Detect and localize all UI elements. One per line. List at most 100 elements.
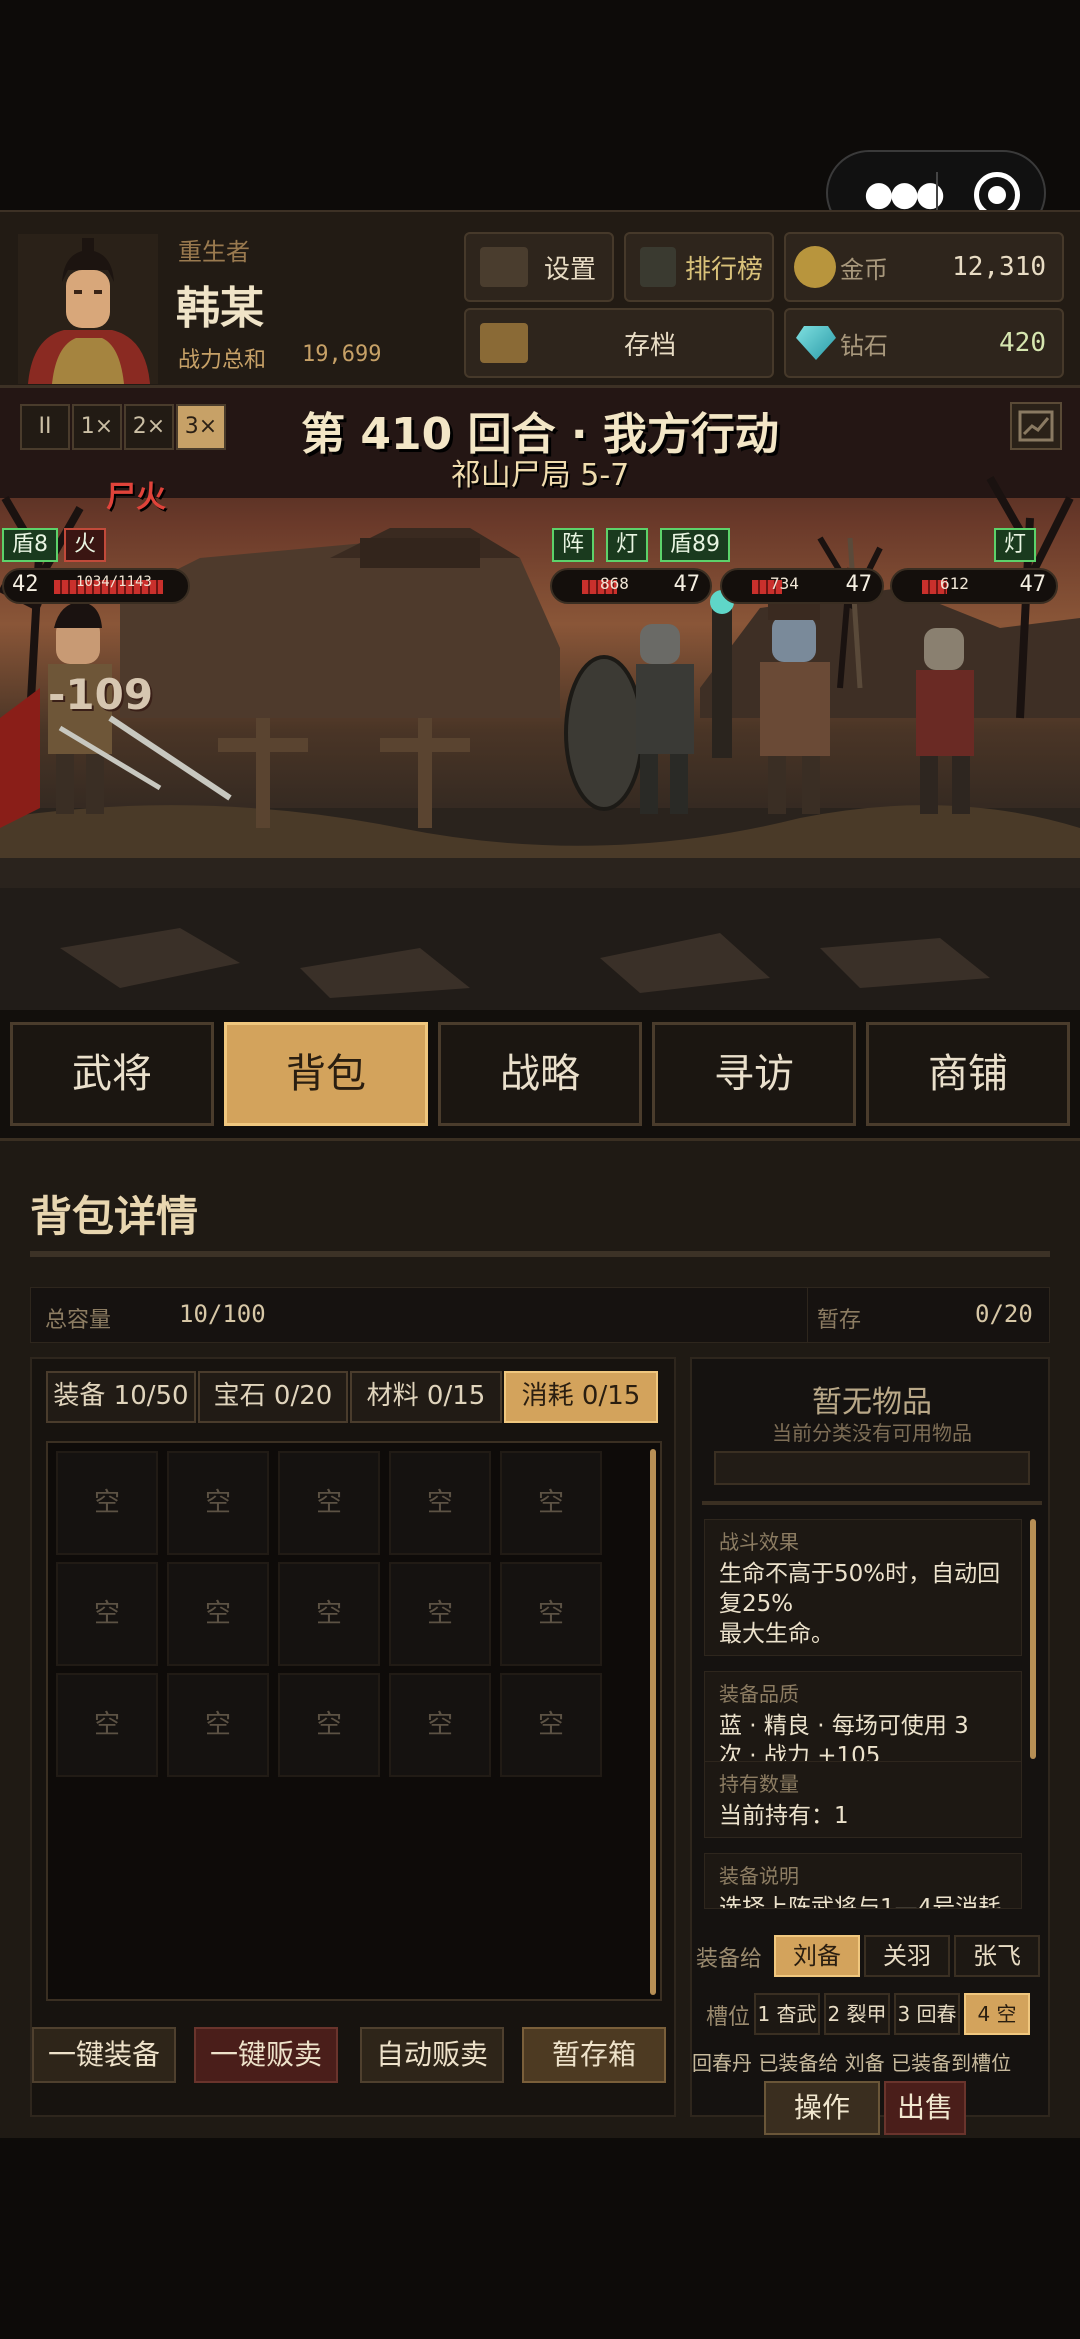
battle-scene: II 1× 2× 3× 第 410 回合 · 我方行动 祁山尸局 5-7 尸火 … <box>0 388 1080 1010</box>
battle-effect-line-3: 最大生命。 <box>719 1621 834 1647</box>
status-effect-label: 尸火 <box>106 480 166 515</box>
inventory-slot[interactable]: 空 <box>56 1562 158 1666</box>
more-icon[interactable]: ●●● <box>864 176 945 212</box>
player-buff-tag: 盾8 <box>2 528 58 562</box>
tab-shop[interactable]: 商铺 <box>866 1022 1070 1126</box>
player-title: 重生者 <box>178 238 250 266</box>
subtab-gems[interactable]: 宝石 0/20 <box>198 1371 348 1423</box>
enemy3-level: 47 <box>1019 572 1047 597</box>
empty-subtitle: 当前分类没有可用物品 <box>772 1421 972 1445</box>
settings-button[interactable]: 设置 <box>464 232 614 302</box>
power-label: 战力总和 <box>178 348 267 373</box>
temp-storage-label: 暂存 <box>817 1308 862 1333</box>
ranking-icon <box>640 247 676 287</box>
main-tab-bar: 武将 背包 战略 寻访 商铺 <box>0 1010 1080 1138</box>
slot-1[interactable]: 1 杳武 <box>754 1993 820 2035</box>
bag-panel: 背包详情 总容量 10/100 暂存 0/20 装备 10/50 宝石 0/20… <box>0 1138 1080 2138</box>
player-header: 重生者 韩某 战力总和 19,699 设置 排行榜 存档 金币 12,310 钻… <box>0 210 1080 388</box>
operate-button[interactable]: 操作 <box>764 2081 880 2135</box>
inventory-slot[interactable]: 空 <box>56 1673 158 1777</box>
sell-button[interactable]: 出售 <box>884 2081 966 2135</box>
empty-title: 暂无物品 <box>812 1385 932 1420</box>
subtab-equipment[interactable]: 装备 10/50 <box>46 1371 196 1423</box>
inventory-slot[interactable]: 空 <box>56 1451 158 1555</box>
slot-3[interactable]: 3 回春 <box>894 1993 960 2035</box>
diamond-display: 钻石 420 <box>784 308 1064 378</box>
enemy1-hp-text: 868 <box>600 574 629 593</box>
inventory-slot[interactable]: 空 <box>278 1451 380 1555</box>
battle-effect-line-1: 生命不高于50%时，自动回 <box>719 1561 1001 1587</box>
ranking-label: 排行榜 <box>684 254 763 285</box>
slot-label: 槽位 <box>706 2005 751 2030</box>
temp-storage-value: 0/20 <box>975 1300 1033 1328</box>
tab-strategy[interactable]: 战略 <box>438 1022 642 1126</box>
chest-icon <box>480 323 528 363</box>
inventory-slot[interactable]: 空 <box>500 1562 602 1666</box>
inventory-slot[interactable]: 空 <box>278 1562 380 1666</box>
inventory-box: 装备 10/50 宝石 0/20 材料 0/15 消耗 0/15 空空空空空空空… <box>30 1357 676 2117</box>
gold-display: 金币 12,310 <box>784 232 1064 302</box>
stats-chart-button[interactable] <box>1010 402 1062 450</box>
description-line: 选择上阵武将与1—4号消耗 <box>719 1895 1002 1909</box>
tab-recruit[interactable]: 寻访 <box>652 1022 856 1126</box>
stage-name: 祁山尸局 5-7 <box>450 458 630 493</box>
tab-generals[interactable]: 武将 <box>10 1022 214 1126</box>
inventory-slot[interactable]: 空 <box>278 1673 380 1777</box>
slot-2[interactable]: 2 裂甲 <box>824 1993 890 2035</box>
settings-label: 设置 <box>543 254 596 285</box>
speed-2x-button[interactable]: 2× <box>124 404 174 450</box>
hero-option-liubei[interactable]: 刘备 <box>774 1935 860 1977</box>
diamond-value: 420 <box>999 328 1046 358</box>
detail-divider <box>702 1501 1042 1505</box>
capacity-label: 总容量 <box>45 1308 112 1333</box>
enemy3-hp-bar: 612 47 <box>890 568 1058 604</box>
slot-4[interactable]: 4 空 <box>964 1993 1030 2035</box>
diamond-icon <box>796 326 836 360</box>
player-debuff-tag: 火 <box>64 528 107 562</box>
inventory-scrollbar[interactable] <box>650 1449 656 1995</box>
pause-button[interactable]: II <box>20 404 70 450</box>
inventory-slot[interactable]: 空 <box>500 1451 602 1555</box>
hero-option-guanyu[interactable]: 关羽 <box>864 1935 950 1977</box>
enemy3-tag-lamp: 灯 <box>994 528 1037 562</box>
subtab-consumables[interactable]: 消耗 0/15 <box>504 1371 658 1423</box>
subtab-materials[interactable]: 材料 0/15 <box>350 1371 502 1423</box>
temp-box-button[interactable]: 暂存箱 <box>522 2027 666 2083</box>
speed-1x-button[interactable]: 1× <box>72 404 122 450</box>
hero-option-zhangfei[interactable]: 张飞 <box>954 1935 1040 1977</box>
player-name: 韩某 <box>176 283 264 334</box>
coin-icon <box>794 246 836 288</box>
auto-sell-button[interactable]: 自动贩卖 <box>360 2027 504 2083</box>
quantity-section: 持有数量 当前持有：1 <box>704 1761 1022 1838</box>
damage-number: -109 <box>48 670 154 719</box>
inventory-slot[interactable]: 空 <box>389 1673 491 1777</box>
gold-value: 12,310 <box>952 252 1046 282</box>
equip-all-button[interactable]: 一键装备 <box>32 2027 176 2083</box>
equip-status-line: 回春丹 已装备给 刘备 已装备到槽位 <box>692 2051 1012 2075</box>
capacity-value: 10/100 <box>179 1300 266 1328</box>
ranking-button[interactable]: 排行榜 <box>624 232 774 302</box>
enemy3-hp-text: 612 <box>940 574 969 593</box>
enemy2-hp-bar: 734 47 <box>720 568 884 604</box>
enemy1-level: 47 <box>673 572 701 597</box>
tab-bag[interactable]: 背包 <box>224 1022 428 1126</box>
inventory-slot[interactable]: 空 <box>167 1673 269 1777</box>
inventory-grid: 空空空空空空空空空空空空空空空 <box>46 1441 662 2001</box>
gold-label: 金币 <box>840 255 888 284</box>
inventory-slot[interactable]: 空 <box>389 1451 491 1555</box>
battle-effect-title: 战斗效果 <box>719 1530 799 1554</box>
save-button[interactable]: 存档 <box>464 308 774 378</box>
description-title: 装备说明 <box>719 1864 799 1888</box>
quantity-line: 当前持有：1 <box>719 1803 849 1829</box>
inventory-slot[interactable]: 空 <box>167 1451 269 1555</box>
sell-all-button[interactable]: 一键贩卖 <box>194 2027 338 2083</box>
inventory-slot[interactable]: 空 <box>389 1562 491 1666</box>
detail-scrollbar[interactable] <box>1030 1519 1036 1759</box>
title-divider <box>30 1251 1050 1257</box>
bag-title: 背包详情 <box>30 1192 199 1241</box>
inventory-slot[interactable]: 空 <box>167 1562 269 1666</box>
inventory-slot[interactable]: 空 <box>500 1673 602 1777</box>
equip-to-label: 装备给 <box>696 1947 763 1972</box>
speed-3x-button[interactable]: 3× <box>176 404 226 450</box>
player-hp-bar: 42 1034/1143 <box>2 568 190 604</box>
